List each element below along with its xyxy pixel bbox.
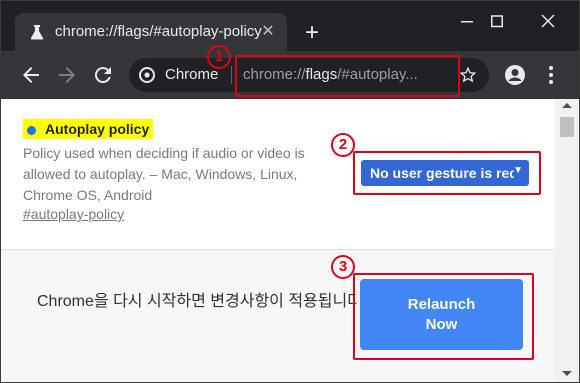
annotation-number-3: 3 [331, 255, 355, 279]
reload-icon[interactable] [91, 63, 115, 87]
tab-title: chrome://flags/#autoplay-policy [55, 23, 262, 40]
minimize-icon [461, 21, 473, 23]
annotation-number-1: 1 [207, 45, 231, 69]
scroll-down-arrow-icon[interactable] [562, 371, 572, 376]
profile-avatar-icon[interactable] [503, 63, 527, 87]
forward-arrow-icon[interactable] [55, 63, 79, 87]
annotation-number-2: 2 [331, 133, 355, 157]
relaunch-bar: Chrome을 다시 시작하면 변경사항이 적용됩니다. Relaunch No… [1, 250, 555, 382]
url-prefix: chrome:// [243, 66, 306, 83]
flag-title: Autoplay policy [23, 119, 154, 139]
dropdown-arrow-icon: ▼ [513, 165, 523, 176]
url-text[interactable]: chrome://flags/#autoplay... [243, 66, 418, 83]
browser-window: chrome://flags/#autoplay-policy ✕ + Chro… [0, 0, 580, 383]
flag-option-select[interactable]: No user gesture is required ▼ [361, 160, 529, 186]
chrome-logo-icon [139, 67, 155, 83]
maximize-icon [491, 15, 503, 28]
site-label: Chrome [165, 66, 219, 83]
relaunch-message: Chrome을 다시 시작하면 변경사항이 적용됩니다. [37, 293, 357, 310]
flag-description: Policy used when deciding if audio or vi… [23, 145, 305, 203]
relaunch-label-line2: Now [425, 316, 458, 333]
flag-permalink[interactable]: #autoplay-policy [23, 206, 124, 222]
address-bar[interactable]: Chrome chrome://flags/#autoplay... [129, 58, 489, 92]
maximize-button[interactable] [477, 9, 517, 35]
omnibox-divider [231, 66, 232, 84]
page-scrollbar[interactable] [555, 99, 579, 382]
back-arrow-icon[interactable] [19, 63, 43, 87]
relaunch-label-line1: Relaunch [407, 296, 476, 313]
relaunch-button[interactable]: Relaunch Now [360, 279, 523, 350]
bookmark-star-icon[interactable] [459, 66, 477, 84]
selected-option: No user gesture is required [370, 165, 514, 181]
scroll-up-arrow-icon[interactable] [562, 103, 572, 108]
toolbar: Chrome chrome://flags/#autoplay... [1, 51, 579, 99]
scroll-thumb[interactable] [560, 117, 574, 137]
tab-flags[interactable]: chrome://flags/#autoplay-policy ✕ [15, 13, 287, 51]
flask-icon [30, 25, 44, 40]
url-suffix: /#autoplay... [337, 66, 418, 83]
tab-close-icon[interactable]: ✕ [259, 23, 277, 41]
window-close-icon [541, 14, 555, 28]
url-host: flags [305, 66, 338, 83]
flags-page: Autoplay policy Policy used when decidin… [1, 99, 579, 382]
more-menu-icon[interactable] [539, 63, 563, 87]
window-close-button[interactable] [528, 9, 568, 35]
flag-modified-dot-icon [27, 126, 36, 135]
new-tab-button[interactable]: + [299, 21, 325, 47]
tab-strip: chrome://flags/#autoplay-policy ✕ + [1, 1, 579, 51]
flag-entry-autoplay-policy: Autoplay policy Policy used when decidin… [1, 99, 555, 250]
